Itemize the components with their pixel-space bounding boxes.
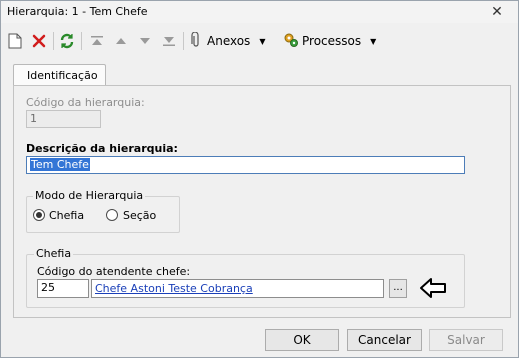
radio-chefia[interactable] (33, 209, 45, 221)
atendente-name-link[interactable]: Chefe Astoni Teste Cobrança (95, 282, 253, 295)
new-document-icon[interactable] (5, 31, 25, 51)
hierarquia-dialog: Hierarquia: 1 - Tem Chefe ✕ Anexos ▼ Pro… (0, 0, 519, 358)
last-record-icon (159, 31, 179, 51)
processos-label: Processos (302, 34, 362, 48)
toolbar: Anexos ▼ Processos ▼ (1, 28, 518, 54)
cancelar-button[interactable]: Cancelar (347, 329, 422, 351)
first-record-icon (87, 31, 107, 51)
atendente-name-field[interactable]: Chefe Astoni Teste Cobrança (91, 279, 384, 298)
tab-identificacao-label: Identificação (27, 69, 98, 82)
descricao-label: Descrição da hierarquia: (26, 142, 178, 155)
radio-chefia-label: Chefia (49, 209, 85, 222)
tab-identificacao[interactable]: Identificação (13, 64, 106, 86)
anexos-label: Anexos (207, 34, 251, 48)
descricao-field[interactable]: Tem Chefe (26, 156, 465, 174)
window-title: Hierarquia: 1 - Tem Chefe (7, 5, 148, 18)
chevron-down-icon: ▼ (259, 36, 266, 46)
codigo-label: Código da hierarquia: (26, 96, 145, 109)
arrow-left-icon (419, 277, 447, 299)
descricao-value: Tem Chefe (30, 158, 90, 171)
toolbar-separator (183, 32, 184, 50)
chefia-title: Chefia (34, 247, 74, 260)
toolbar-separator (53, 32, 54, 50)
previous-record-icon (111, 31, 131, 51)
ok-button[interactable]: OK (265, 329, 339, 351)
title-bar: Hierarquia: 1 - Tem Chefe ✕ (1, 1, 518, 23)
modo-hierarquia-title: Modo de Hierarquia (33, 189, 146, 202)
anexos-menu[interactable]: Anexos ▼ (191, 30, 266, 51)
lookup-button[interactable]: ... (389, 279, 407, 298)
toolbar-separator (81, 32, 82, 50)
salvar-button: Salvar (429, 329, 503, 351)
delete-icon[interactable] (29, 31, 49, 51)
atendente-label: Código do atendente chefe: (37, 265, 191, 278)
atendente-code-field[interactable]: 25 (37, 279, 89, 298)
codigo-field: 1 (26, 110, 101, 128)
radio-secao[interactable] (106, 209, 118, 221)
next-record-icon (135, 31, 155, 51)
close-icon[interactable]: ✕ (488, 3, 506, 21)
radio-secao-label: Seção (123, 209, 157, 222)
refresh-icon[interactable] (57, 31, 77, 51)
processos-menu[interactable]: Processos ▼ (283, 31, 376, 51)
process-gears-icon (283, 32, 302, 51)
paperclip-icon (191, 30, 207, 51)
chevron-down-icon: ▼ (370, 36, 377, 46)
